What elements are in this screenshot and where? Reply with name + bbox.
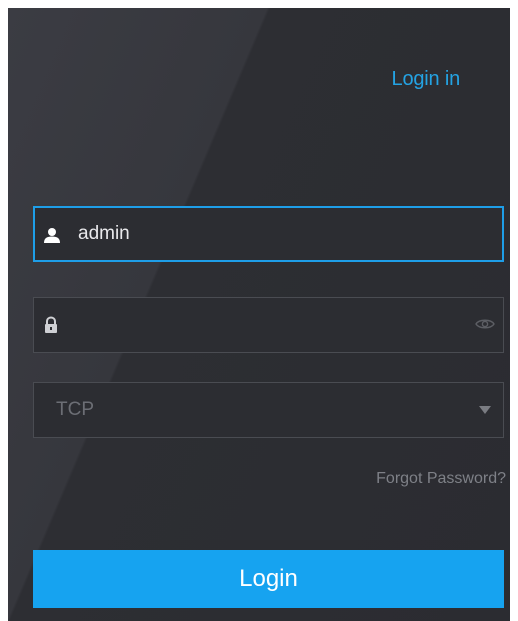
login-panel: Login in admin TCP Forgot Password? Logi… xyxy=(8,8,510,621)
forgot-password-link[interactable]: Forgot Password? xyxy=(376,470,506,488)
eye-icon[interactable] xyxy=(475,317,495,331)
login-button[interactable]: Login xyxy=(33,550,504,608)
username-value: admin xyxy=(78,223,130,244)
password-input[interactable] xyxy=(72,308,476,344)
password-field[interactable] xyxy=(33,297,504,353)
chevron-down-icon xyxy=(479,406,491,414)
protocol-value: TCP xyxy=(56,399,94,420)
user-icon xyxy=(44,228,60,243)
protocol-select[interactable]: TCP xyxy=(33,382,504,438)
lock-icon xyxy=(45,316,57,333)
page-title: Login in xyxy=(391,68,461,90)
username-field[interactable]: admin xyxy=(33,206,504,262)
